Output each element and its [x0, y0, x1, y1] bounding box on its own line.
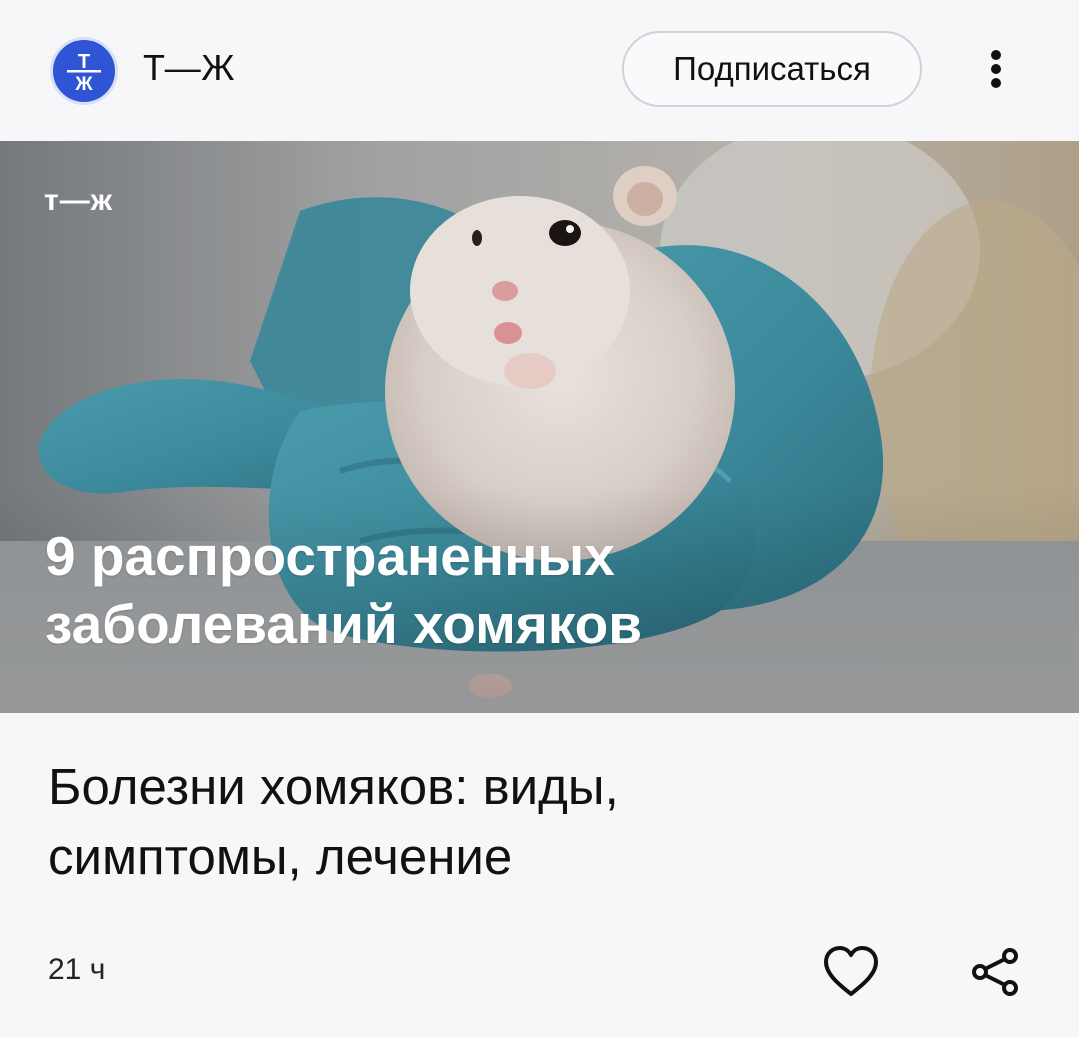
subscribe-button[interactable]: Подписаться	[622, 31, 922, 107]
share-icon	[972, 948, 1018, 996]
article-cover-image[interactable]: т—ж 9 распространенных заболеваний хомяк…	[0, 141, 1079, 713]
cover-title-line-2: заболеваний хомяков	[45, 593, 643, 655]
cover-logo: т—ж	[44, 184, 113, 217]
publish-time: 21 ч	[48, 953, 106, 986]
article-title-line-1: Болезни хомяков: виды,	[48, 758, 619, 815]
like-button[interactable]	[822, 944, 880, 998]
channel-header: Т Ж Т—Ж Подписаться	[0, 0, 1079, 141]
article-title[interactable]: Болезни хомяков: виды, симптомы, лечение	[48, 752, 1008, 892]
more-options-button[interactable]	[976, 44, 1016, 94]
heart-icon	[824, 946, 878, 996]
cover-title-line-1: 9 распространенных	[45, 525, 615, 587]
more-vertical-icon	[991, 50, 1001, 88]
share-button[interactable]	[968, 944, 1024, 1000]
channel-avatar[interactable]: Т Ж	[50, 37, 118, 105]
tzh-logo-icon: Т Ж	[67, 51, 101, 94]
article-title-line-2: симптомы, лечение	[48, 828, 513, 885]
cover-title: 9 распространенных заболеваний хомяков	[45, 522, 945, 658]
logo-letter-top: Т	[78, 51, 90, 73]
channel-name[interactable]: Т—Ж	[143, 46, 235, 90]
logo-letter-bottom: Ж	[74, 74, 93, 94]
